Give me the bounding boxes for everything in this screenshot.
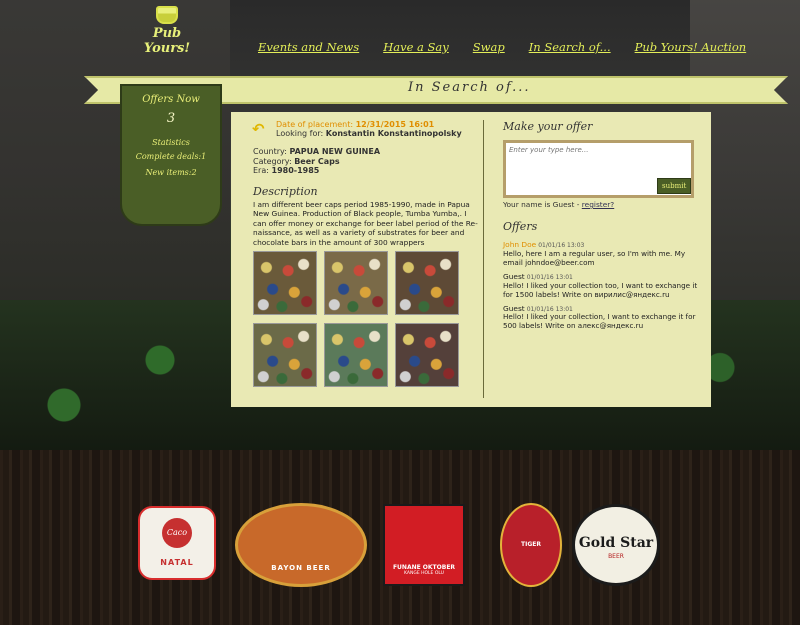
offers-list: John Doe 01/01/16 13:03 Hello, here I am … [503, 240, 698, 335]
beer-mug-icon [156, 6, 178, 24]
looking-value: Konstantin Konstantinopolsky [325, 129, 462, 138]
placement-value: 12/31/2015 16:01 [355, 120, 435, 129]
offers-now-label: Offers Now [142, 94, 200, 105]
offer-text: Hello! I liked your collection too, I wa… [503, 280, 698, 299]
new-items-stat: New items:2 [145, 168, 197, 177]
label-bayon-beer[interactable]: BAYON BEER [235, 503, 367, 587]
footer-beer-labels: Caco NATAL BAYON BEER FUNANE OKTOBER KAN… [0, 500, 800, 590]
nav-swap[interactable]: Swap [473, 40, 505, 54]
nav-events-news[interactable]: Events and News [258, 40, 359, 54]
nav-have-a-say[interactable]: Have a Say [383, 40, 449, 54]
main-nav: Events and News Have a Say Swap In Searc… [258, 40, 770, 54]
label-bayon-text: BAYON BEER [271, 564, 331, 572]
placement-label: Date of placement: [276, 120, 354, 129]
label-natal-text: NATAL [160, 558, 194, 567]
date-of-placement: Date of placement: 12/31/2015 16:01 [276, 120, 434, 129]
photo-gallery [253, 251, 463, 387]
column-divider [483, 120, 484, 398]
offer-text: Hello! I liked your collection, I want t… [503, 312, 696, 331]
era-label: Era: [253, 166, 269, 176]
offer-date: 01/01/16 13:03 [538, 242, 585, 249]
offer-author: Guest [503, 271, 525, 281]
description-text: I am different beer caps period 1985-199… [253, 200, 478, 247]
country-label: Country: [253, 147, 287, 156]
offers-now-count: 3 [166, 111, 176, 126]
offer-author: Guest [503, 303, 525, 313]
gallery-thumbnail-5[interactable] [324, 323, 388, 387]
logo-text: Pub Yours! [143, 26, 191, 56]
offer-item: Guest 01/01/16 13:01 Hello! I liked your … [503, 272, 698, 300]
gallery-thumbnail-3[interactable] [395, 251, 459, 315]
label-gold-star[interactable]: Gold Star BEER [572, 504, 660, 586]
looking-label: Looking for: [276, 129, 324, 138]
gallery-thumbnail-6[interactable] [395, 323, 459, 387]
listing-panel: ↶ Date of placement: 12/31/2015 16:01 Lo… [231, 112, 711, 407]
gallery-thumbnail-4[interactable] [253, 323, 317, 387]
guest-notice: Your name is Guest - register? [503, 200, 614, 209]
gallery-thumbnail-1[interactable] [253, 251, 317, 315]
country-value: PAPUA NEW GUINEA [289, 147, 381, 156]
category-value: Beer Caps [294, 156, 340, 166]
era-value: 1980-1985 [271, 166, 320, 176]
submit-button[interactable]: submit [657, 178, 692, 194]
label-natal[interactable]: Caco NATAL [138, 506, 216, 580]
back-arrow-icon[interactable]: ↶ [252, 120, 268, 138]
offer-item: John Doe 01/01/16 13:03 Hello, here I am … [503, 240, 698, 268]
offer-item: Guest 01/01/16 13:01 Hello! I liked your … [503, 304, 698, 332]
category-label: Category: [253, 156, 292, 166]
register-link[interactable]: register? [582, 200, 614, 209]
make-offer-heading: Make your offer [503, 120, 593, 133]
description-heading: Description [253, 185, 318, 198]
label-tiger[interactable]: TIGER [500, 503, 562, 587]
guest-text: Your name is Guest - [503, 200, 580, 209]
offer-text: Hello, here I am a regular user, so I'm … [503, 248, 686, 267]
label-natal-badge: Caco [162, 518, 192, 548]
nav-in-search-of[interactable]: In Search of... [529, 40, 611, 54]
gallery-thumbnail-2[interactable] [324, 251, 388, 315]
label-goldstar-subtext: BEER [608, 553, 624, 560]
site-logo[interactable]: Pub Yours! [134, 6, 200, 56]
statistics-label: Statistics [152, 138, 190, 147]
offer-date: 01/01/16 13:01 [526, 273, 573, 281]
label-funane-subtext: KANGE HOLE OLU [404, 571, 444, 576]
looking-for: Looking for: Konstantin Konstantinopolsk… [276, 129, 462, 138]
label-tiger-text: TIGER [521, 541, 541, 548]
offers-sidebar: Offers Now 3 Statistics Complete deals:1… [120, 84, 222, 226]
section-title: In Search of... [408, 80, 531, 95]
nav-auction[interactable]: Pub Yours! Auction [635, 40, 747, 54]
offer-author: John Doe [503, 240, 537, 249]
label-funane-text: FUNANE OKTOBER [392, 564, 456, 571]
label-goldstar-text: Gold Star [578, 535, 654, 551]
complete-deals-stat: Complete deals:1 [135, 152, 207, 161]
offers-heading: Offers [503, 220, 538, 233]
listing-info: Country: PAPUA NEW GUINEA Category: Beer… [253, 147, 380, 176]
label-funane-oktober[interactable]: FUNANE OKTOBER KANGE HOLE OLU [383, 504, 465, 586]
